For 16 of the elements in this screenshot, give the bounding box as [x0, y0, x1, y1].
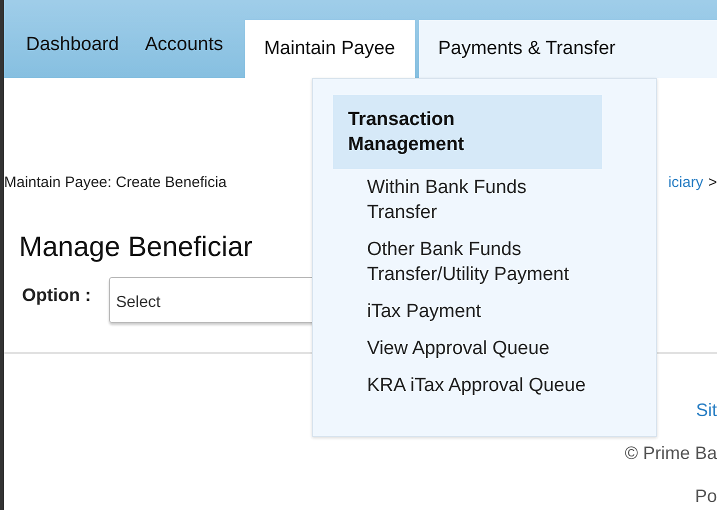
nav-tab[interactable]: Payments & Transfer [419, 20, 717, 78]
menu-item[interactable]: Within Bank Funds Transfer [333, 169, 589, 231]
breadcrumb: Maintain Payee: Create Beneficia [4, 174, 227, 193]
menu-item[interactable]: KRA iTax Approval Queue [333, 367, 589, 404]
option-label: Option : [22, 285, 91, 306]
nav-tab[interactable]: Accounts [132, 16, 238, 78]
breadcrumb-link[interactable]: iciary [668, 174, 704, 194]
nav-tab[interactable]: Dashboard [14, 16, 133, 78]
footer-link[interactable]: Sit [696, 400, 717, 421]
copyright-text: © Prime Ba [624, 443, 717, 464]
menu-heading: Transaction Management [333, 95, 602, 169]
page-heading: Manage Beneficiar [19, 231, 252, 263]
menu-item[interactable]: View Approval Queue [333, 330, 589, 367]
breadcrumb-separator: > [708, 174, 717, 193]
nav-tab[interactable]: Maintain Payee [245, 20, 416, 78]
powered-by-text: Po [694, 486, 717, 507]
